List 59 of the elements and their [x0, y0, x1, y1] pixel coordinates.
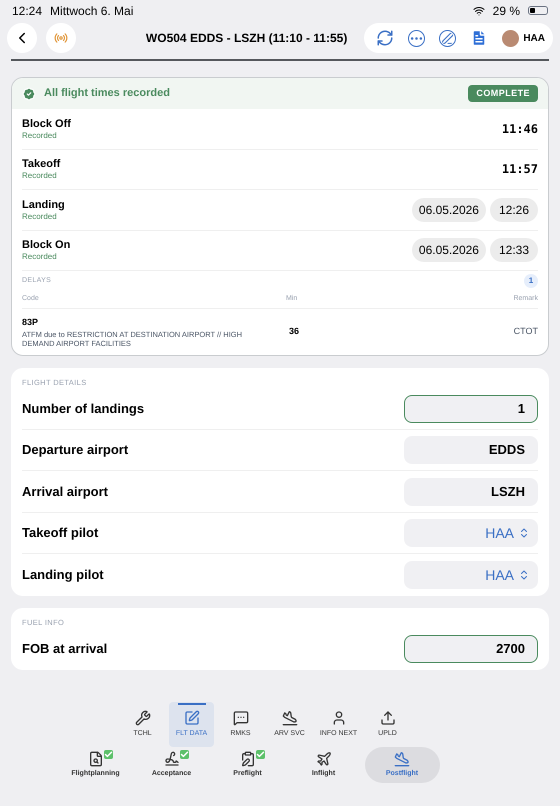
user-code: HAA: [523, 32, 545, 46]
sync-icon[interactable]: [376, 29, 394, 47]
value-field[interactable]: LSZH: [404, 478, 538, 506]
time-label: Takeoff: [22, 157, 62, 172]
time-label: Block On: [22, 238, 72, 252]
pencil-square-icon: [184, 710, 200, 726]
signature-icon: [164, 750, 180, 767]
value-field[interactable]: 2700: [404, 634, 538, 663]
date: Mittwoch 6. Mai: [50, 2, 134, 20]
time-label: Block Off: [22, 116, 72, 131]
delay-minutes: 36: [288, 325, 300, 338]
chevron-updown-icon: [518, 569, 530, 581]
flight-title: WO504 EDDS - LSZH (11:10 - 11:55): [146, 30, 348, 47]
pilot-picker[interactable]: HAA: [404, 561, 538, 589]
avatar[interactable]: [502, 30, 520, 46]
upload-icon: [380, 710, 396, 726]
field-label: Takeoff pilot: [22, 524, 98, 542]
plane-landing-icon: [282, 710, 298, 726]
clipboard-pen-icon: [240, 750, 256, 767]
recorded-status: Recorded: [22, 171, 58, 182]
field-label: Number of landings: [22, 400, 144, 418]
date-button[interactable]: 06.05.2026: [412, 198, 486, 222]
time-value: 11:57: [502, 161, 538, 178]
plane-landing-icon: [394, 750, 410, 767]
plane-icon: [316, 750, 332, 767]
recorded-status: Recorded: [22, 130, 58, 141]
recorded-status: Recorded: [22, 252, 58, 262]
pen-circle-icon[interactable]: [439, 30, 456, 46]
speech-bubble-icon: [232, 710, 248, 726]
field-label: Landing pilot: [22, 566, 104, 584]
time-value: 11:46: [502, 120, 538, 138]
wifi-icon: [472, 4, 485, 16]
delay-code: 83P: [22, 316, 40, 330]
clock: 12:24: [12, 2, 42, 20]
back-button[interactable]: [7, 23, 37, 53]
status-text: All flight times recorded: [44, 86, 171, 102]
field-label: Arrival airport: [22, 482, 108, 501]
recorded-status: Recorded: [22, 212, 58, 222]
time-button[interactable]: 12:33: [490, 238, 538, 262]
verified-icon: [22, 86, 36, 100]
battery-percent: 29 %: [492, 2, 520, 20]
document-search-icon: [88, 750, 104, 767]
antenna-icon: [54, 31, 68, 45]
delay-remark: CTOT: [512, 325, 538, 338]
field-label: Departure airport: [22, 441, 128, 460]
complete-badge: COMPLETE: [468, 84, 538, 102]
person-icon: [330, 710, 346, 726]
date-button[interactable]: 06.05.2026: [412, 238, 486, 262]
value-field[interactable]: EDDS: [404, 436, 538, 464]
pilot-picker[interactable]: HAA: [404, 519, 538, 547]
time-label: Landing: [22, 198, 66, 212]
field-label: FOB at arrival: [22, 640, 108, 658]
chevron-updown-icon: [518, 527, 530, 539]
battery-icon: [528, 6, 548, 15]
delay-count: 1: [524, 274, 538, 288]
time-button[interactable]: 12:26: [490, 198, 538, 222]
wrench-icon: [134, 710, 150, 726]
value-field[interactable]: 1: [404, 394, 538, 422]
more-icon[interactable]: [408, 30, 426, 46]
